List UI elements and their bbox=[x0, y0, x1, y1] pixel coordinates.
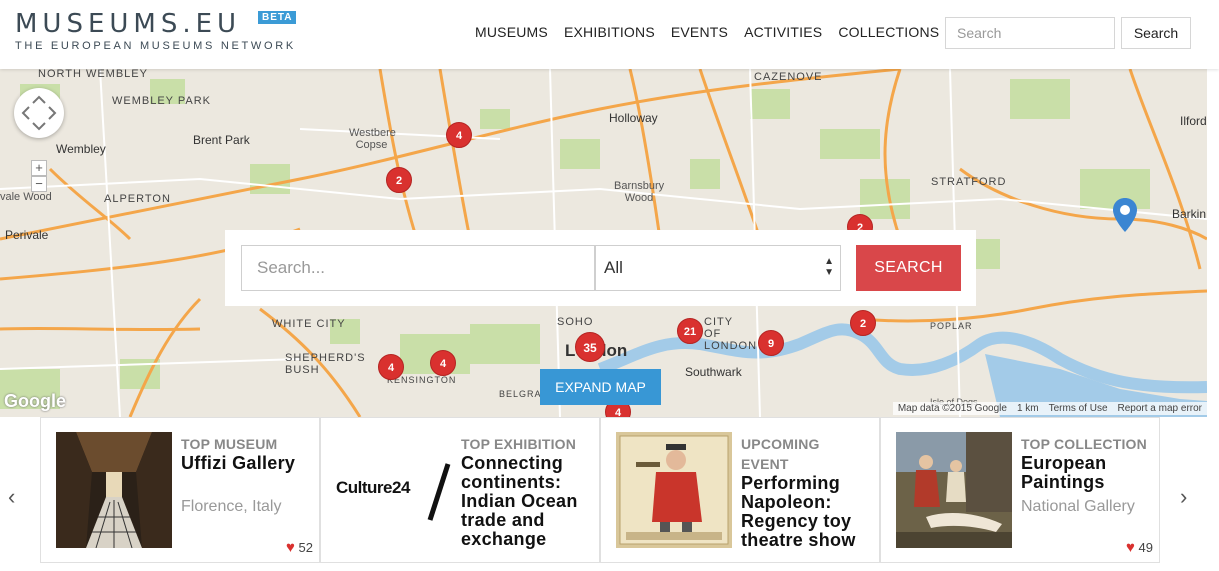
site-header: MUSEUMS.EU BETA THE EUROPEAN MUSEUMS NET… bbox=[0, 0, 1219, 69]
map-label: SOHO bbox=[557, 316, 594, 328]
map-label: POPLAR bbox=[930, 321, 973, 331]
museum-thumbnail[interactable] bbox=[56, 432, 172, 548]
map-search-input[interactable]: Search... bbox=[241, 245, 595, 291]
heart-icon: ♥ bbox=[286, 539, 295, 556]
card-title[interactable]: European Paintings bbox=[1021, 454, 1151, 492]
map-label: Ilford bbox=[1180, 114, 1207, 128]
map-label: WHITE CITY bbox=[272, 318, 346, 330]
nav-exhibitions[interactable]: EXHIBITIONS bbox=[564, 24, 655, 40]
category-select-value: All bbox=[604, 258, 623, 277]
zoom-in-button[interactable]: + bbox=[31, 160, 47, 176]
map-cluster-marker[interactable]: 9 bbox=[758, 330, 784, 356]
card-likes[interactable]: ♥ 49 bbox=[1126, 539, 1153, 556]
map-data-text: Map data ©2015 Google bbox=[897, 403, 1007, 414]
logo-tagline: THE EUROPEAN MUSEUMS NETWORK bbox=[15, 40, 296, 52]
nav-collections[interactable]: COLLECTIONS bbox=[838, 24, 939, 40]
map-label: Wembley bbox=[56, 142, 106, 156]
site-logo[interactable]: MUSEUMS.EU BETA THE EUROPEAN MUSEUMS NET… bbox=[15, 9, 297, 52]
map-label: NORTH WEMBLEY bbox=[38, 69, 148, 80]
map-pan-control[interactable] bbox=[14, 88, 64, 138]
likes-count: 52 bbox=[298, 540, 313, 555]
card-title[interactable]: Connecting continents: Indian Ocean trad… bbox=[461, 454, 591, 549]
map-label: CAZENOVE bbox=[754, 71, 823, 83]
category-select[interactable]: All ▲ ▼ bbox=[595, 245, 841, 291]
map-label: STRATFORD bbox=[931, 176, 1007, 188]
report-error-link[interactable]: Report a map error bbox=[1118, 403, 1202, 414]
card-category: TOP COLLECTION bbox=[1021, 436, 1147, 452]
expand-map-button[interactable]: EXPAND MAP bbox=[540, 369, 661, 405]
zoom-out-button[interactable]: − bbox=[31, 176, 47, 192]
map[interactable]: NORTH WEMBLEY WEMBLEY PARK Wembley Brent… bbox=[0, 69, 1207, 417]
map-cluster-marker[interactable]: 35 bbox=[575, 332, 605, 362]
heart-icon: ♥ bbox=[1126, 539, 1135, 556]
map-cluster-marker[interactable]: 21 bbox=[677, 318, 703, 344]
exhibition-logo[interactable]: Culture24 bbox=[336, 432, 452, 548]
card-title[interactable]: Uffizi Gallery bbox=[181, 454, 311, 473]
likes-count: 49 bbox=[1138, 540, 1153, 555]
collection-thumbnail[interactable] bbox=[896, 432, 1012, 548]
logo-text: MUSEUMS.EU bbox=[15, 9, 242, 39]
map-attribution: Map data ©2015 Google 1 km Terms of Use … bbox=[892, 402, 1207, 415]
culture24-logo: Culture24 bbox=[336, 478, 410, 497]
main-nav: MUSEUMS EXHIBITIONS EVENTS ACTIVITIES CO… bbox=[475, 24, 939, 40]
card-subtitle: National Gallery bbox=[1021, 498, 1135, 515]
terms-link[interactable]: Terms of Use bbox=[1049, 403, 1108, 414]
event-thumbnail[interactable] bbox=[616, 432, 732, 548]
map-search-button[interactable]: SEARCH bbox=[856, 245, 961, 291]
card-likes[interactable]: ♥ 52 bbox=[286, 539, 313, 556]
card-category: TOP MUSEUM bbox=[181, 436, 278, 452]
map-label: Barnsbury Wood bbox=[614, 180, 665, 204]
map-label: Perivale bbox=[5, 228, 49, 242]
carousel-prev-icon[interactable]: ‹ bbox=[8, 484, 15, 510]
card-title[interactable]: Performing Napoleon: Regency toy theatre… bbox=[741, 474, 871, 550]
featured-card-museum[interactable]: TOP MUSEUM Uffizi Gallery Florence, Ital… bbox=[40, 417, 320, 563]
map-label: Barkin bbox=[1172, 207, 1207, 221]
select-arrows-icon: ▲ ▼ bbox=[824, 256, 834, 278]
map-label: Brent Park bbox=[193, 133, 250, 147]
nav-activities[interactable]: ACTIVITIES bbox=[744, 24, 822, 40]
map-label: WEMBLEY PARK bbox=[112, 95, 212, 107]
google-logo: Google bbox=[4, 391, 66, 411]
map-cluster-marker[interactable]: 4 bbox=[430, 350, 456, 376]
map-label: Westbere Copse bbox=[349, 127, 396, 151]
nav-museums[interactable]: MUSEUMS bbox=[475, 24, 548, 40]
featured-card-event[interactable]: UPCOMING EVENT Performing Napoleon: Rege… bbox=[600, 417, 880, 563]
map-label: ALPERTON bbox=[104, 193, 171, 205]
card-category: UPCOMING EVENT bbox=[741, 436, 820, 472]
nav-events[interactable]: EVENTS bbox=[671, 24, 728, 40]
featured-card-collection[interactable]: TOP COLLECTION European Paintings Nation… bbox=[880, 417, 1160, 563]
header-search-input[interactable]: Search bbox=[945, 17, 1115, 49]
map-search-panel: Search... All ▲ ▼ SEARCH bbox=[225, 230, 976, 306]
pan-arrows-icon bbox=[21, 95, 57, 131]
card-subtitle: Florence, Italy bbox=[181, 498, 282, 515]
map-location-pin-icon[interactable] bbox=[1112, 197, 1138, 233]
map-label: SHEPHERD'S BUSH bbox=[285, 352, 366, 376]
header-search-button[interactable]: Search bbox=[1121, 17, 1191, 49]
carousel-next-icon[interactable]: › bbox=[1180, 484, 1187, 510]
map-cluster-marker[interactable]: 4 bbox=[446, 122, 472, 148]
map-cluster-marker[interactable]: 2 bbox=[850, 310, 876, 336]
card-category: TOP EXHIBITION bbox=[461, 436, 577, 452]
map-label: vale Wood bbox=[0, 191, 52, 203]
map-label: Southwark bbox=[685, 365, 742, 379]
featured-card-exhibition[interactable]: Culture24 TOP EXHIBITION Connecting cont… bbox=[320, 417, 600, 563]
map-scale: 1 km bbox=[1016, 403, 1039, 414]
map-label: CITY OF LONDON bbox=[704, 316, 758, 352]
slash-icon bbox=[427, 463, 451, 521]
map-label: Holloway bbox=[609, 111, 658, 125]
map-cluster-marker[interactable]: 4 bbox=[378, 354, 404, 380]
map-cluster-marker[interactable]: 2 bbox=[386, 167, 412, 193]
beta-badge: BETA bbox=[258, 11, 297, 24]
